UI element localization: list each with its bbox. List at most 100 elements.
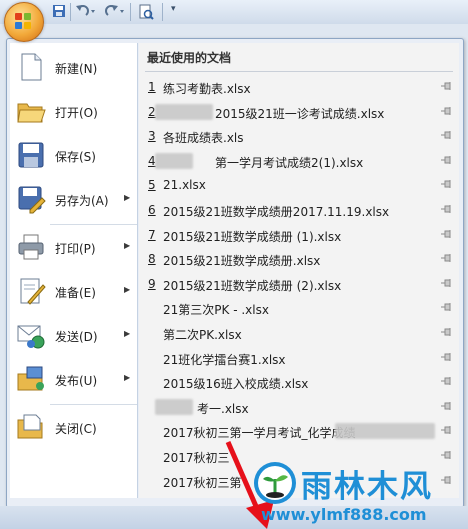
redacted-text-blur	[335, 423, 435, 440]
menu-item-label: 打开(O)	[55, 106, 98, 120]
submenu-arrow-icon: ▶	[124, 241, 131, 250]
new-document-icon	[16, 52, 46, 82]
menu-item-new[interactable]: 新建(N)	[10, 47, 137, 87]
recent-file-item[interactable]: 2015级16班入校成绩.xlsx	[145, 370, 455, 394]
recent-file-number: 9	[148, 276, 156, 291]
pin-icon[interactable]	[441, 328, 453, 336]
recent-file-item[interactable]: 第二次PK.xlsx	[145, 321, 455, 345]
recent-file-number: 3	[148, 129, 156, 144]
menu-item-label: 另存为(A)	[55, 194, 109, 208]
recent-file-item[interactable]: 4 第一学月考试成绩2(1).xlsx	[145, 149, 455, 173]
recent-file-name: 2015级21班数学成绩册 (1).xlsx	[163, 229, 342, 244]
watermark-url: www.ylmf888.com	[261, 505, 427, 524]
recent-file-name: 2015级21班数学成绩册 (2).xlsx	[163, 278, 342, 293]
pin-icon[interactable]	[441, 254, 453, 263]
pin-icon[interactable]	[441, 205, 453, 213]
print-preview-icon[interactable]	[138, 4, 156, 20]
pin-icon[interactable]	[441, 426, 453, 435]
pin-icon[interactable]	[441, 377, 453, 386]
menu-item-save[interactable]: 保存(S)	[10, 135, 137, 175]
printer-icon	[16, 232, 46, 262]
recent-file-number: 1	[148, 80, 156, 94]
pin-icon[interactable]	[441, 401, 453, 410]
toolbar-separator	[130, 3, 131, 21]
toolbar-separator	[70, 3, 71, 21]
recent-file-item[interactable]: 9 2015级21班数学成绩册 (2).xlsx	[145, 272, 455, 296]
recent-file-name: 2015级21班数学成绩册2017.11.19.xlsx	[163, 205, 390, 219]
publish-icon	[16, 364, 46, 394]
pin-icon[interactable]	[441, 106, 453, 115]
pin-icon[interactable]	[441, 352, 453, 361]
recent-file-item[interactable]: 21班化学擂台赛1.xlsx	[145, 346, 455, 370]
pin-icon[interactable]	[441, 180, 453, 189]
recent-file-item[interactable]: 8 2015级21班数学成绩册.xlsx	[145, 247, 455, 271]
recent-file-name: 2015级21班数学成绩册.xlsx	[163, 254, 321, 269]
recent-file-item[interactable]: 2 2015级21班一诊考试成绩.xlsx	[145, 100, 455, 124]
recent-file-item[interactable]: 1 练习考勤表.xlsx	[145, 75, 455, 99]
toolbar-separator	[162, 3, 163, 21]
submenu-arrow-icon: ▶	[124, 285, 131, 294]
recent-file-number: 7	[148, 227, 156, 242]
menu-item-label: 打印(P)	[55, 242, 96, 256]
undo-icon[interactable]	[75, 4, 97, 20]
submenu-arrow-icon: ▶	[124, 373, 131, 382]
menu-item-close[interactable]: 关闭(C)	[10, 407, 137, 447]
recent-file-name: 2015级16班入校成绩.xlsx	[163, 377, 309, 392]
office-logo-icon	[15, 13, 33, 31]
recent-file-number: 8	[148, 252, 156, 267]
recent-file-number: 5	[148, 178, 156, 193]
recent-file-item[interactable]: 5 21.xlsx	[145, 173, 455, 197]
recent-file-name: 2017秋初三第一学月考试_化学成绩	[163, 426, 356, 441]
customize-toolbar-icon[interactable]: ▾	[171, 4, 181, 20]
recent-file-item[interactable]: 21第三次PK - .xlsx	[145, 296, 455, 320]
pin-icon[interactable]	[441, 131, 453, 140]
recent-file-name: 2017秋初三	[163, 451, 230, 465]
menu-item-label: 发布(U)	[55, 374, 98, 388]
recent-file-name: 21第三次PK - .xlsx	[163, 303, 269, 318]
recent-file-name: 21.xlsx	[163, 178, 206, 193]
recent-documents-title: 最近使用的文档	[147, 51, 232, 65]
submenu-arrow-icon: ▶	[124, 193, 131, 202]
menu-item-save-as[interactable]: 另存为(A) ▶	[10, 179, 137, 219]
quick-access-toolbar: ▾	[0, 0, 468, 24]
menu-item-label: 关闭(C)	[55, 422, 97, 436]
watermark-title: 雨林木风	[301, 469, 433, 505]
pin-icon[interactable]	[441, 229, 453, 238]
menu-item-label: 新建(N)	[55, 62, 98, 76]
watermark: 雨林木风 www.ylmf888.com	[253, 455, 468, 529]
menu-item-send[interactable]: 发送(D) ▶	[10, 315, 137, 355]
save-quick-icon[interactable]	[52, 4, 68, 20]
redacted-text-blur	[155, 103, 213, 120]
recent-title-divider	[145, 71, 453, 72]
redo-icon[interactable]	[104, 4, 126, 20]
recent-file-name: 21班化学擂台赛1.xlsx	[163, 352, 286, 367]
menu-item-print[interactable]: 打印(P) ▶	[10, 227, 137, 267]
recent-documents-pane: 最近使用的文档 1 练习考勤表.xlsx 2 2015级21班一诊考试成绩.xlsx 3…	[139, 43, 459, 498]
menu-item-label: 发送(D)	[55, 330, 98, 344]
recent-file-name: 第二次PK.xlsx	[163, 328, 242, 342]
pin-icon[interactable]	[441, 82, 453, 90]
recent-file-item[interactable]: 考一.xlsx	[145, 395, 455, 419]
menu-item-publish[interactable]: 发布(U) ▶	[10, 359, 137, 399]
menu-item-label: 准备(E)	[55, 286, 96, 300]
redacted-text-blur	[155, 152, 193, 169]
recent-file-item[interactable]: 7 2015级21班数学成绩册 (1).xlsx	[145, 223, 455, 247]
menu-item-label: 保存(S)	[55, 150, 96, 164]
recent-file-name: 各班成绩表.xls	[163, 131, 244, 146]
save-disk-icon	[16, 140, 46, 170]
submenu-arrow-icon: ▶	[124, 329, 131, 338]
close-folder-icon	[16, 412, 46, 442]
recent-file-item[interactable]: 6 2015级21班数学成绩册2017.11.19.xlsx	[145, 198, 455, 222]
recent-file-name: 练习考勤表.xlsx	[163, 82, 251, 96]
recent-file-item[interactable]: 3 各班成绩表.xls	[145, 124, 455, 148]
command-pane: 新建(N) 打开(O) 保存(S) 另存为(A) ▶ 打印(P) ▶ 准备(E)…	[10, 43, 138, 498]
redacted-text-blur	[155, 398, 193, 415]
office-button[interactable]	[4, 2, 44, 42]
menu-item-open[interactable]: 打开(O)	[10, 91, 137, 131]
menu-separator	[50, 404, 137, 405]
pin-icon[interactable]	[441, 303, 453, 312]
save-as-icon	[16, 184, 46, 214]
pin-icon[interactable]	[441, 278, 453, 287]
pin-icon[interactable]	[441, 155, 453, 164]
menu-item-prepare[interactable]: 准备(E) ▶	[10, 271, 137, 311]
